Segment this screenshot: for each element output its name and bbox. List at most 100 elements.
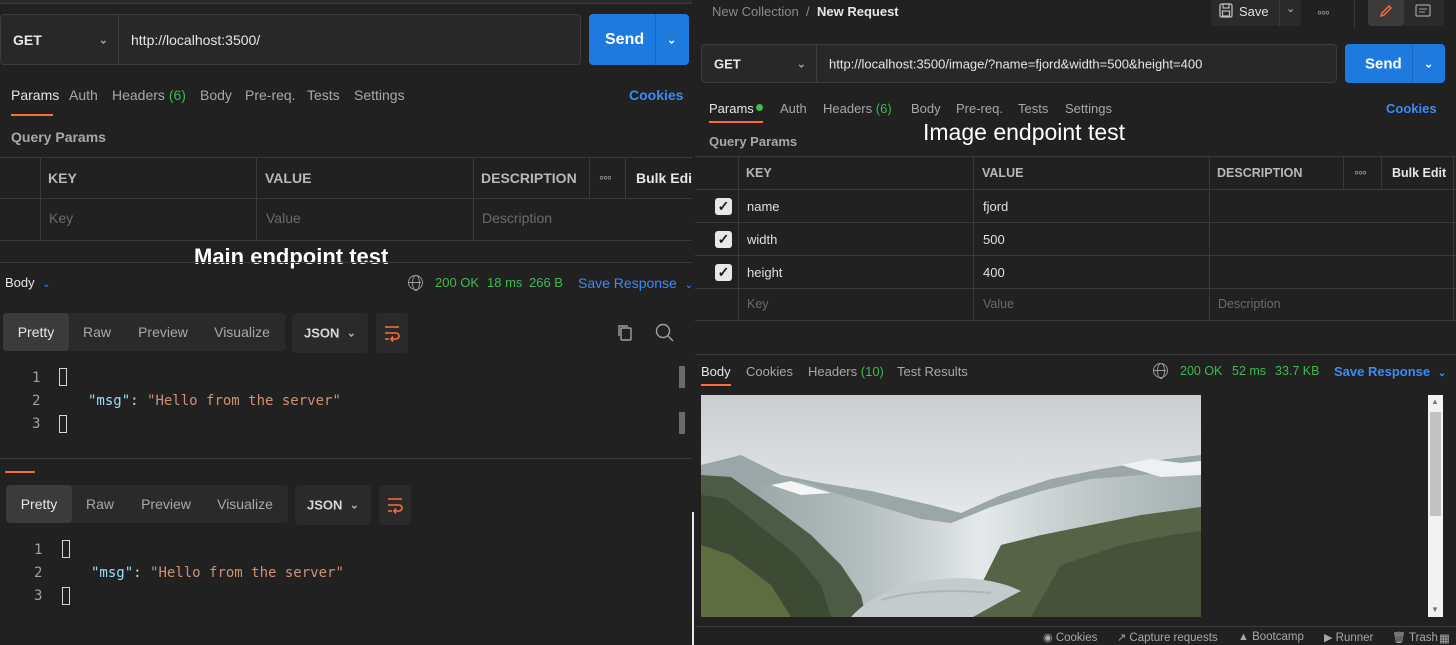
method-select[interactable]: GET ⌄ [0,14,119,65]
open-brace [62,540,70,558]
active-tab-indicator [5,471,35,473]
breadcrumb-request-name[interactable]: New Request [817,4,899,19]
url-text: http://localhost:3500/image/?name=fjord&… [829,56,1203,71]
chevron-down-icon[interactable]: ⌄ [1286,2,1295,15]
globe-icon[interactable] [1153,363,1168,379]
breadcrumb-collection[interactable]: New Collection [712,4,799,19]
cookie-icon: ◉ [1043,632,1053,644]
format-select[interactable]: JSON ⌄ [292,313,368,353]
tab-auth[interactable]: Auth [780,101,807,116]
param-key[interactable]: name [747,199,780,214]
view-visualize[interactable]: Visualize [204,485,286,523]
save-label: Save [1239,4,1269,19]
table-border [695,156,1456,157]
save-response-button[interactable]: Save Response ⌄ [578,275,692,291]
scrollbar-thumb[interactable] [679,366,685,388]
wrap-lines-button[interactable] [379,485,411,525]
view-preview[interactable]: Preview [128,485,204,523]
response-tab-body[interactable]: Body [701,364,731,379]
bulk-edit-button[interactable]: Bulk Edit [636,170,692,186]
footer-runner[interactable]: ▶ Runner [1324,631,1373,644]
url-input[interactable]: http://localhost:3500/image/?name=fjord&… [817,44,1337,83]
json-value: "Hello from the server" [147,393,341,409]
response-tab-cookies[interactable]: Cookies [746,364,793,379]
send-button[interactable]: Send ⌄ [1345,44,1445,83]
view-preview[interactable]: Preview [125,313,201,351]
url-text: http://localhost:3500/ [131,31,261,48]
chevron-down-icon[interactable]: ⌄ [1424,57,1433,70]
tab-tests[interactable]: Tests [307,87,340,103]
view-pretty[interactable]: Pretty [6,485,72,523]
query-params-title: Query Params [11,129,106,145]
save-button[interactable]: Save ⌄ [1211,0,1301,26]
tab-tests[interactable]: Tests [1018,101,1048,116]
cookies-link[interactable]: Cookies [629,87,683,103]
footer-cookies[interactable]: ◉ Cookies [1043,631,1097,644]
param-value[interactable]: 400 [983,265,1005,280]
tab-body[interactable]: Body [911,101,941,116]
copy-icon[interactable] [616,323,634,343]
checkbox-checked-icon[interactable]: ✓ [715,264,732,281]
comment-icon[interactable] [1415,4,1431,18]
search-icon[interactable] [655,323,675,343]
tab-settings[interactable]: Settings [1065,101,1112,116]
bootcamp-icon: ▲ [1238,631,1249,643]
tab-pre-request[interactable]: Pre-req. [245,87,296,103]
chevron-down-icon[interactable]: ⌄ [667,33,676,46]
scroll-up-icon[interactable]: ▲ [1431,397,1439,406]
param-key[interactable]: height [747,265,782,280]
view-raw[interactable]: Raw [69,313,125,351]
footer-trash[interactable]: 🗑 Trash [1392,631,1438,644]
tab-pre-request[interactable]: Pre-req. [956,101,1003,116]
tab-body[interactable]: Body [200,87,232,103]
key-input[interactable]: Key [747,297,769,311]
param-value[interactable]: 500 [983,232,1005,247]
value-input[interactable]: Value [266,210,301,226]
response-tab-headers[interactable]: Headers (10) [808,364,884,379]
tab-auth[interactable]: Auth [69,87,98,103]
format-select[interactable]: JSON ⌄ [295,485,371,525]
response-body-dropdown[interactable]: Body ⌄ [5,275,51,290]
footer-bootcamp[interactable]: ▲ Bootcamp [1238,631,1304,643]
edit-mode-button[interactable] [1368,0,1404,26]
response-time: 18 ms [487,275,523,290]
globe-icon[interactable] [408,275,423,291]
view-pretty[interactable]: Pretty [3,313,69,351]
scroll-down-icon[interactable]: ▼ [1431,605,1439,614]
view-visualize[interactable]: Visualize [201,313,283,351]
bulk-edit-button[interactable]: Bulk Edit [1392,166,1446,180]
checkbox-checked-icon[interactable]: ✓ [715,231,732,248]
tab-params[interactable]: Params [709,101,754,116]
tab-settings[interactable]: Settings [354,87,405,103]
cookies-link[interactable]: Cookies [1386,101,1437,116]
send-button[interactable]: Send ⌄ [589,14,689,65]
response-tab-test-results[interactable]: Test Results [897,364,968,379]
tab-headers[interactable]: Headers (6) [823,101,892,116]
key-input[interactable]: Key [49,210,73,226]
url-input[interactable]: http://localhost:3500/ [119,14,581,65]
description-input[interactable]: Description [482,210,552,226]
chevron-down-icon: ⌄ [349,499,359,512]
tab-params[interactable]: Params [11,87,59,103]
toolbar-divider [1354,0,1355,28]
table-border [738,156,739,320]
grid-layout-icon[interactable]: ▦ [1439,631,1450,645]
param-value[interactable]: fjord [983,199,1008,214]
more-options-icon[interactable]: ◦◦◦ [1317,4,1330,20]
value-input[interactable]: Value [983,297,1014,311]
scrollbar-thumb[interactable] [1430,412,1441,516]
save-response-button[interactable]: Save Response ⌄ [1334,364,1446,379]
tab-headers[interactable]: Headers (6) [112,87,186,103]
footer-capture-requests[interactable]: ↗ Capture requests [1117,631,1218,644]
send-split-divider [655,14,656,65]
more-options-icon[interactable]: ◦◦◦ [599,169,612,185]
param-key[interactable]: width [747,232,777,247]
description-input[interactable]: Description [1218,297,1281,311]
more-options-icon[interactable]: ◦◦◦ [1354,164,1367,180]
view-raw[interactable]: Raw [72,485,128,523]
scrollbar-thumb[interactable] [679,412,685,434]
checkbox-checked-icon[interactable]: ✓ [715,198,732,215]
wrap-lines-button[interactable] [376,313,408,353]
save-response-label: Save Response [578,275,677,291]
method-select[interactable]: GET ⌄ [701,44,817,83]
